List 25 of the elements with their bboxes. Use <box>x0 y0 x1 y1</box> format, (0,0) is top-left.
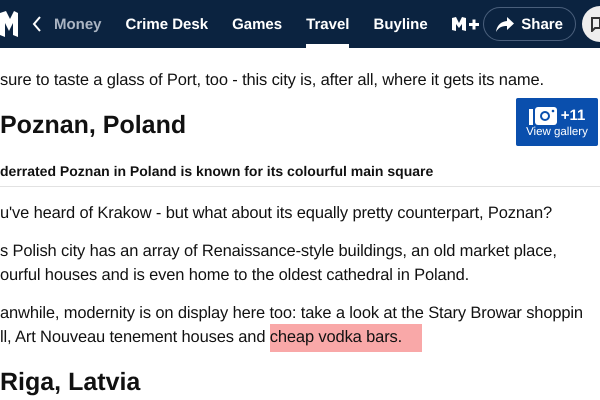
back-chevron-icon[interactable] <box>32 16 42 32</box>
comment-icon <box>590 16 600 32</box>
nav-link[interactable]: Money <box>54 0 102 48</box>
nav-link[interactable]: Crime Desk <box>126 0 208 48</box>
paragraph-line: s Polish city has an array of Renaissance-style buildings, an old market place, <box>0 241 558 262</box>
nav-link[interactable]: Games <box>232 0 282 48</box>
logo-plus-icon[interactable] <box>452 16 480 32</box>
camera-icon <box>528 106 557 124</box>
paragraph-line: ourful houses and is even home to the oldest cathedral in Poland. <box>0 265 470 286</box>
nav-link[interactable]: Buyline <box>373 0 428 48</box>
paragraph-line: sure to taste a glass of Port, too - this city is, after all, where it gets its name. <box>0 70 545 91</box>
section-heading: Riga, Latvia <box>0 367 140 397</box>
photo-count: +11 <box>560 107 586 124</box>
logo-icon[interactable] <box>0 9 18 39</box>
image-caption: derrated Poznan in Poland is known for its colourful main square <box>0 162 600 187</box>
paragraph-line: u've heard of Krakow - but what about its equally pretty counterpart, Poznan? <box>0 203 554 224</box>
paragraph-line: anwhile, modernity is on display here too: take a look at the Stary Browar shoppin <box>0 303 584 324</box>
nav-link[interactable]: Travel <box>306 0 350 48</box>
section-heading: Poznan, Poland <box>0 110 186 140</box>
highlighted-text: cheap vodka bars. <box>270 324 422 352</box>
gallery-label: View gallery <box>526 126 588 138</box>
share-arrow-icon <box>496 16 514 32</box>
paragraph-text: ll, Art Nouveau tenement houses and <box>0 328 266 346</box>
view-gallery-button[interactable]: +11 View gallery <box>516 98 598 146</box>
share-button[interactable]: Share <box>483 7 576 41</box>
